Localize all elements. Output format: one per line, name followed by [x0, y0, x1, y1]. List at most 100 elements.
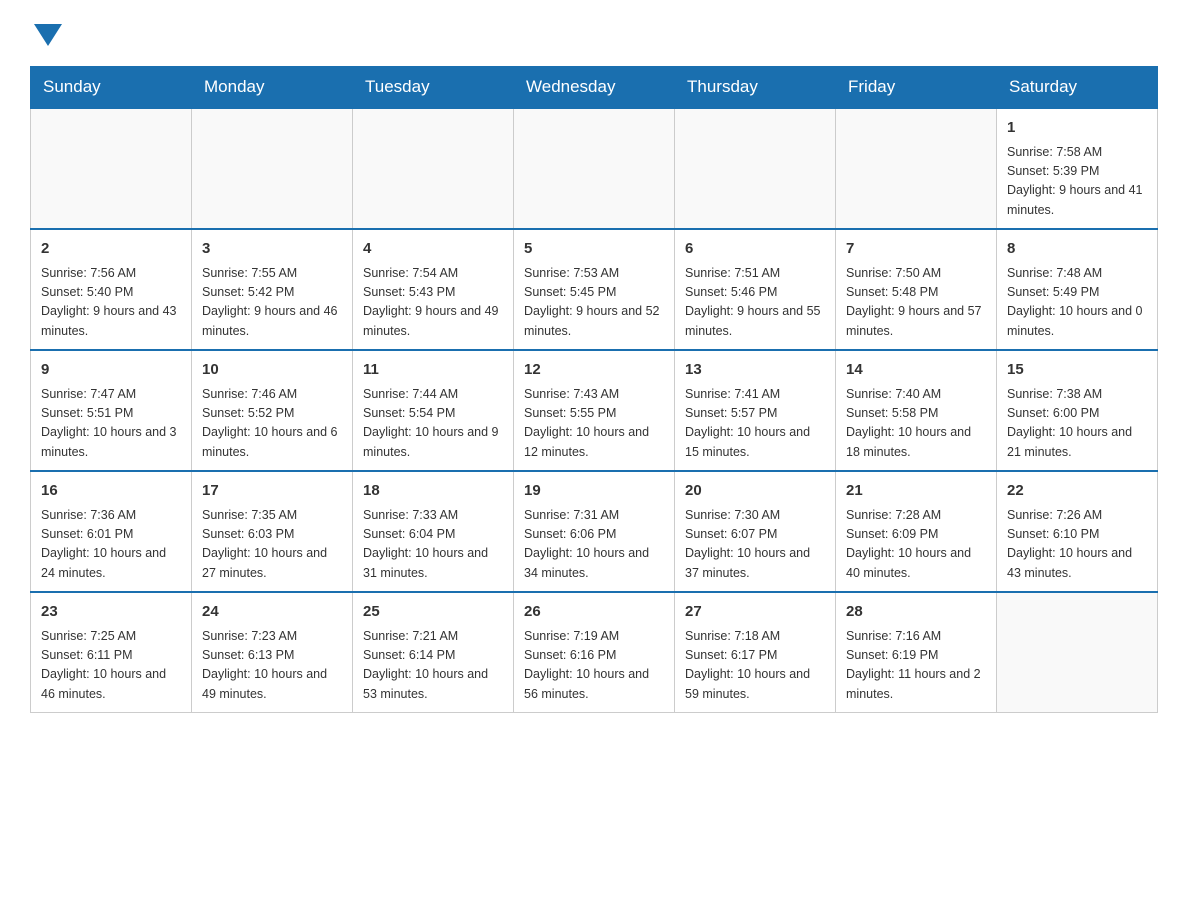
week-row-4: 16 Sunrise: 7:36 AMSunset: 6:01 PMDayligh… [31, 471, 1158, 592]
calendar-cell [192, 108, 353, 229]
day-info: Sunrise: 7:47 AMSunset: 5:51 PMDaylight:… [41, 385, 181, 463]
day-info: Sunrise: 7:28 AMSunset: 6:09 PMDaylight:… [846, 506, 986, 584]
day-info: Sunrise: 7:44 AMSunset: 5:54 PMDaylight:… [363, 385, 503, 463]
day-info: Sunrise: 7:41 AMSunset: 5:57 PMDaylight:… [685, 385, 825, 463]
calendar-cell: 7Sunrise: 7:50 AMSunset: 5:48 PMDaylight… [836, 229, 997, 350]
calendar-cell: 10 Sunrise: 7:46 AMSunset: 5:52 PMDayligh… [192, 350, 353, 471]
day-info: Sunrise: 7:35 AMSunset: 6:03 PMDaylight:… [202, 506, 342, 584]
day-info: Sunrise: 7:55 AMSunset: 5:42 PMDaylight:… [202, 264, 342, 342]
calendar-cell: 20 Sunrise: 7:30 AMSunset: 6:07 PMDayligh… [675, 471, 836, 592]
calendar-cell [836, 108, 997, 229]
day-number: 24 [202, 601, 342, 624]
day-number: 9 [41, 359, 181, 382]
calendar-cell: 2 Sunrise: 7:56 AMSunset: 5:40 PMDaylight… [31, 229, 192, 350]
day-info: Sunrise: 7:19 AMSunset: 6:16 PMDaylight:… [524, 627, 664, 705]
day-info: Sunrise: 7:36 AMSunset: 6:01 PMDaylight:… [41, 506, 181, 584]
day-number: 7 [846, 238, 986, 261]
day-number: 21 [846, 480, 986, 503]
day-number: 14 [846, 359, 986, 382]
calendar-header-row: SundayMondayTuesdayWednesdayThursdayFrid… [31, 67, 1158, 109]
calendar-cell: 5 Sunrise: 7:53 AMSunset: 5:45 PMDaylight… [514, 229, 675, 350]
day-info: Sunrise: 7:18 AMSunset: 6:17 PMDaylight:… [685, 627, 825, 705]
calendar-cell: 15Sunrise: 7:38 AMSunset: 6:00 PMDayligh… [997, 350, 1158, 471]
calendar-table: SundayMondayTuesdayWednesdayThursdayFrid… [30, 66, 1158, 713]
day-info: Sunrise: 7:46 AMSunset: 5:52 PMDaylight:… [202, 385, 342, 463]
day-number: 28 [846, 601, 986, 624]
day-info: Sunrise: 7:26 AMSunset: 6:10 PMDaylight:… [1007, 506, 1147, 584]
day-info: Sunrise: 7:43 AMSunset: 5:55 PMDaylight:… [524, 385, 664, 463]
day-number: 1 [1007, 117, 1147, 140]
calendar-cell [675, 108, 836, 229]
day-number: 12 [524, 359, 664, 382]
day-info: Sunrise: 7:56 AMSunset: 5:40 PMDaylight:… [41, 264, 181, 342]
calendar-cell: 11 Sunrise: 7:44 AMSunset: 5:54 PMDayligh… [353, 350, 514, 471]
day-number: 3 [202, 238, 342, 261]
logo [30, 20, 62, 46]
calendar-cell: 12 Sunrise: 7:43 AMSunset: 5:55 PMDayligh… [514, 350, 675, 471]
day-info: Sunrise: 7:53 AMSunset: 5:45 PMDaylight:… [524, 264, 664, 342]
calendar-cell: 6 Sunrise: 7:51 AMSunset: 5:46 PMDaylight… [675, 229, 836, 350]
calendar-cell: 24 Sunrise: 7:23 AMSunset: 6:13 PMDayligh… [192, 592, 353, 713]
day-number: 10 [202, 359, 342, 382]
day-number: 27 [685, 601, 825, 624]
calendar-cell [514, 108, 675, 229]
day-number: 2 [41, 238, 181, 261]
calendar-cell: 9 Sunrise: 7:47 AMSunset: 5:51 PMDaylight… [31, 350, 192, 471]
logo-triangle-icon [34, 24, 62, 46]
day-info: Sunrise: 7:40 AMSunset: 5:58 PMDaylight:… [846, 385, 986, 463]
page-header [30, 20, 1158, 46]
calendar-cell: 28 Sunrise: 7:16 AMSunset: 6:19 PMDayligh… [836, 592, 997, 713]
calendar-cell: 14 Sunrise: 7:40 AMSunset: 5:58 PMDayligh… [836, 350, 997, 471]
week-row-1: 1Sunrise: 7:58 AMSunset: 5:39 PMDaylight… [31, 108, 1158, 229]
day-info: Sunrise: 7:33 AMSunset: 6:04 PMDaylight:… [363, 506, 503, 584]
day-number: 17 [202, 480, 342, 503]
day-number: 4 [363, 238, 503, 261]
day-number: 6 [685, 238, 825, 261]
calendar-cell [353, 108, 514, 229]
day-number: 16 [41, 480, 181, 503]
day-info: Sunrise: 7:16 AMSunset: 6:19 PMDaylight:… [846, 627, 986, 705]
day-number: 25 [363, 601, 503, 624]
calendar-cell: 17 Sunrise: 7:35 AMSunset: 6:03 PMDayligh… [192, 471, 353, 592]
day-info: Sunrise: 7:25 AMSunset: 6:11 PMDaylight:… [41, 627, 181, 705]
calendar-cell [997, 592, 1158, 713]
day-info: Sunrise: 7:38 AMSunset: 6:00 PMDaylight:… [1007, 385, 1147, 463]
week-row-3: 9 Sunrise: 7:47 AMSunset: 5:51 PMDaylight… [31, 350, 1158, 471]
day-number: 20 [685, 480, 825, 503]
day-info: Sunrise: 7:48 AMSunset: 5:49 PMDaylight:… [1007, 264, 1147, 342]
day-number: 26 [524, 601, 664, 624]
day-number: 23 [41, 601, 181, 624]
calendar-cell: 1Sunrise: 7:58 AMSunset: 5:39 PMDaylight… [997, 108, 1158, 229]
calendar-cell: 27 Sunrise: 7:18 AMSunset: 6:17 PMDayligh… [675, 592, 836, 713]
calendar-cell: 18 Sunrise: 7:33 AMSunset: 6:04 PMDayligh… [353, 471, 514, 592]
calendar-cell: 25 Sunrise: 7:21 AMSunset: 6:14 PMDayligh… [353, 592, 514, 713]
calendar-cell: 21 Sunrise: 7:28 AMSunset: 6:09 PMDayligh… [836, 471, 997, 592]
day-number: 13 [685, 359, 825, 382]
day-info: Sunrise: 7:21 AMSunset: 6:14 PMDaylight:… [363, 627, 503, 705]
calendar-cell: 16 Sunrise: 7:36 AMSunset: 6:01 PMDayligh… [31, 471, 192, 592]
day-header-wednesday: Wednesday [514, 67, 675, 109]
calendar-cell: 26 Sunrise: 7:19 AMSunset: 6:16 PMDayligh… [514, 592, 675, 713]
day-header-monday: Monday [192, 67, 353, 109]
day-header-thursday: Thursday [675, 67, 836, 109]
day-number: 5 [524, 238, 664, 261]
day-header-friday: Friday [836, 67, 997, 109]
day-header-saturday: Saturday [997, 67, 1158, 109]
week-row-5: 23 Sunrise: 7:25 AMSunset: 6:11 PMDayligh… [31, 592, 1158, 713]
day-number: 18 [363, 480, 503, 503]
day-number: 19 [524, 480, 664, 503]
calendar-cell: 23 Sunrise: 7:25 AMSunset: 6:11 PMDayligh… [31, 592, 192, 713]
calendar-cell: 19 Sunrise: 7:31 AMSunset: 6:06 PMDayligh… [514, 471, 675, 592]
calendar-cell: 3 Sunrise: 7:55 AMSunset: 5:42 PMDaylight… [192, 229, 353, 350]
calendar-cell [31, 108, 192, 229]
calendar-cell: 22 Sunrise: 7:26 AMSunset: 6:10 PMDayligh… [997, 471, 1158, 592]
calendar-cell: 13 Sunrise: 7:41 AMSunset: 5:57 PMDayligh… [675, 350, 836, 471]
day-info: Sunrise: 7:31 AMSunset: 6:06 PMDaylight:… [524, 506, 664, 584]
day-number: 11 [363, 359, 503, 382]
day-info: Sunrise: 7:23 AMSunset: 6:13 PMDaylight:… [202, 627, 342, 705]
day-info: Sunrise: 7:51 AMSunset: 5:46 PMDaylight:… [685, 264, 825, 342]
day-number: 22 [1007, 480, 1147, 503]
day-number: 8 [1007, 238, 1147, 261]
day-info: Sunrise: 7:30 AMSunset: 6:07 PMDaylight:… [685, 506, 825, 584]
day-header-tuesday: Tuesday [353, 67, 514, 109]
